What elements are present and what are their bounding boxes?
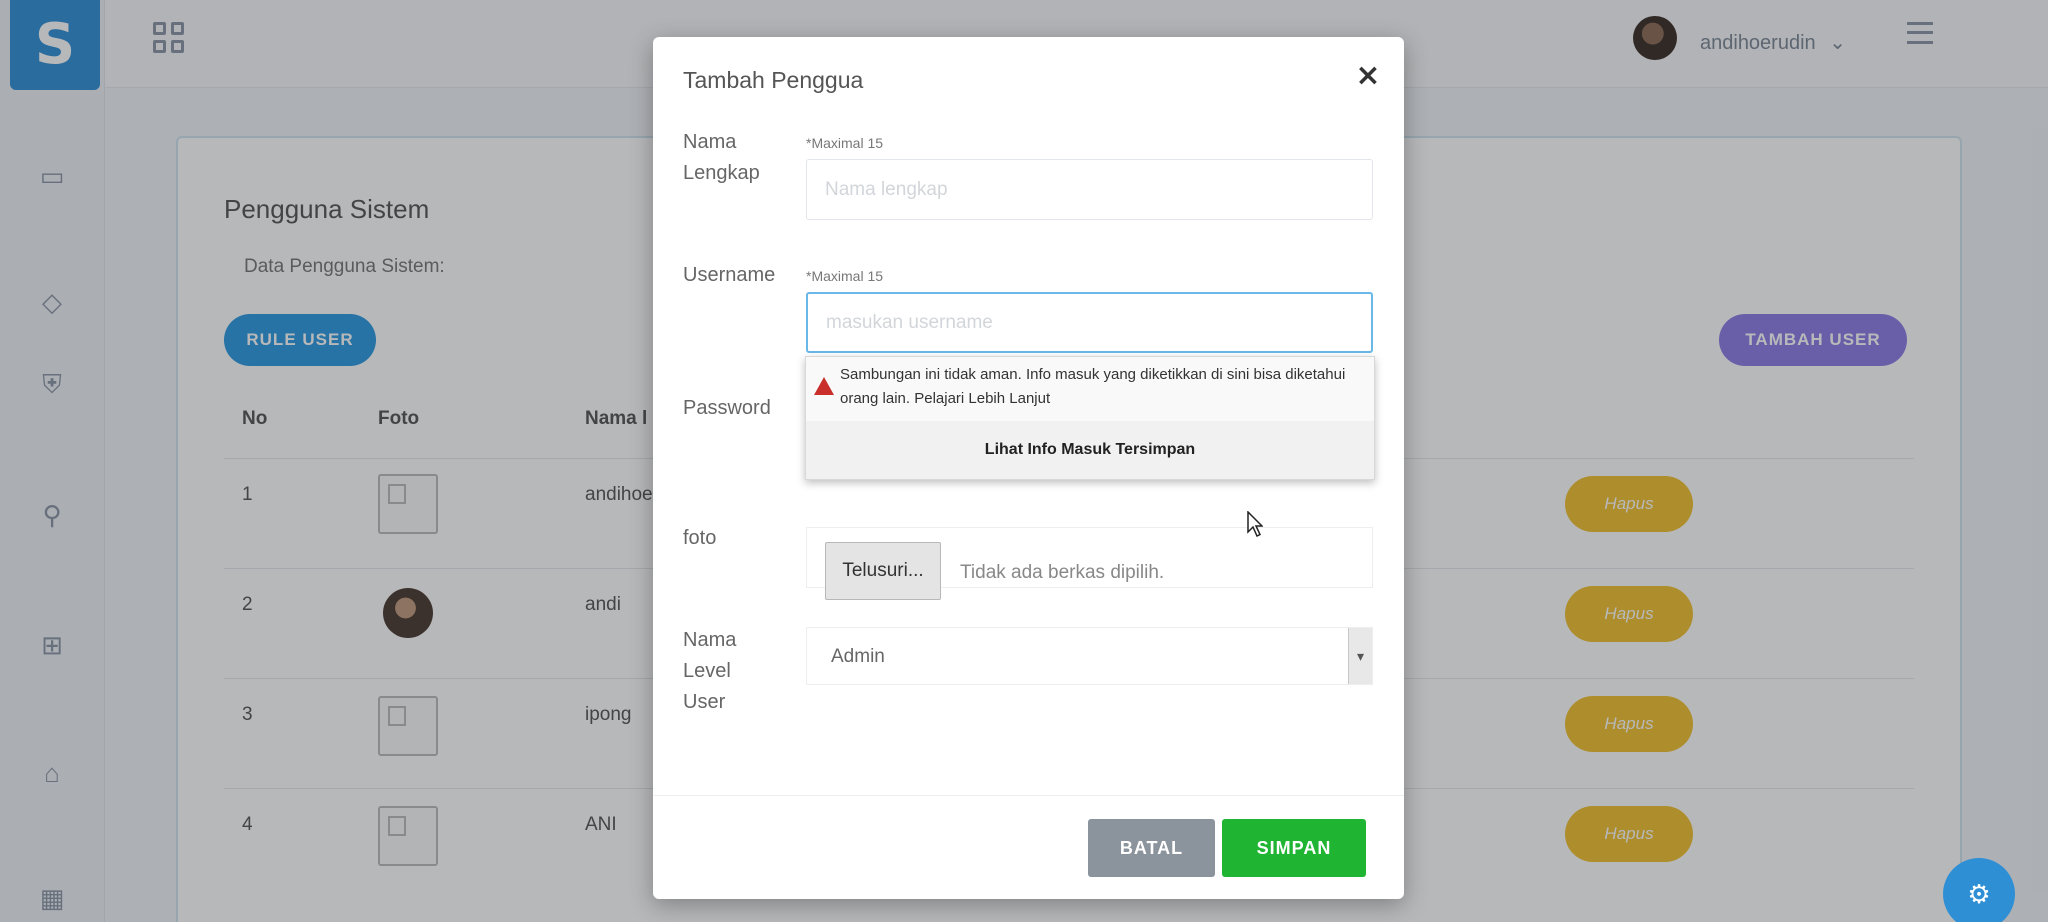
- selected-level: Admin: [831, 646, 885, 667]
- foto-label: foto: [683, 527, 717, 549]
- footer-divider: [653, 795, 1404, 796]
- insecure-warning-text: Sambungan ini tidak aman. Info masuk yan…: [840, 366, 1346, 407]
- file-status: Tidak ada berkas dipilih.: [960, 562, 1165, 583]
- level-user-label: Nama Level User: [683, 629, 737, 713]
- browse-button[interactable]: Telusuri...: [825, 542, 941, 600]
- nama-lengkap-label: Nama Lengkap: [683, 131, 760, 184]
- warning-icon: [814, 377, 834, 395]
- batal-button[interactable]: BATAL: [1088, 819, 1215, 877]
- username-label: Username: [683, 264, 776, 286]
- view-saved-logins-button[interactable]: Lihat Info Masuk Tersimpan: [806, 421, 1374, 479]
- chevron-down-icon[interactable]: ▾: [1348, 628, 1372, 684]
- username-input[interactable]: [806, 292, 1373, 353]
- tambah-pengguna-modal: Tambah Penggua × Nama Lengkap *Maximal 1…: [653, 37, 1404, 899]
- nama-lengkap-input[interactable]: [806, 159, 1373, 220]
- foto-file-input[interactable]: Telusuri... Tidak ada berkas dipilih.: [806, 527, 1373, 600]
- nama-hint: *Maximal 15: [806, 135, 884, 151]
- modal-title: Tambah Penggua: [683, 67, 864, 93]
- username-hint: *Maximal 15: [806, 268, 884, 284]
- close-icon[interactable]: ×: [1351, 59, 1385, 93]
- settings-fab-icon[interactable]: ⚙: [1943, 858, 2015, 922]
- password-label: Password: [683, 397, 771, 419]
- simpan-button[interactable]: SIMPAN: [1222, 819, 1366, 877]
- level-user-select[interactable]: Admin ▾: [806, 627, 1373, 685]
- autofill-popup: Sambungan ini tidak aman. Info masuk yan…: [805, 356, 1375, 480]
- cursor-icon: [1247, 511, 1263, 537]
